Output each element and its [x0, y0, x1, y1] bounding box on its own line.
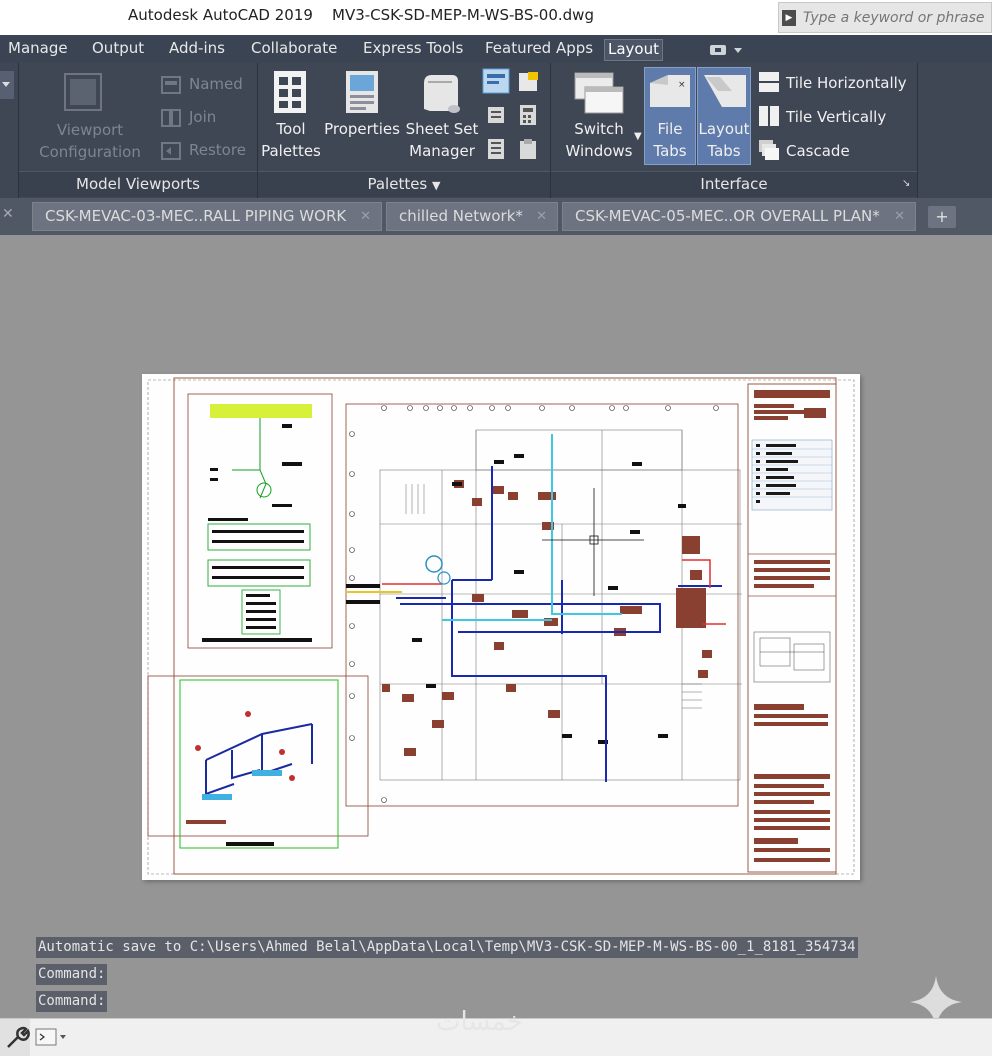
- switch-windows-dropdown-icon[interactable]: ▼: [634, 131, 642, 142]
- close-icon[interactable]: ✕: [2, 206, 14, 222]
- search-expand-icon[interactable]: ▶: [782, 10, 796, 26]
- tile-horizontally-button[interactable]: Tile Horizontally: [786, 72, 907, 94]
- command-history-line-2: Command:: [36, 964, 108, 985]
- command-input[interactable]: [74, 1025, 984, 1051]
- clipboard-icon[interactable]: [516, 137, 540, 165]
- title-bar: Autodesk AutoCAD 2019 MV3-CSK-SD-MEP-M-W…: [0, 0, 992, 35]
- svg-text:×: ×: [678, 80, 686, 90]
- close-icon[interactable]: ✕: [894, 203, 905, 230]
- tab-add-ins[interactable]: Add-ins: [166, 39, 228, 61]
- tab-collaborate[interactable]: Collaborate: [248, 39, 340, 61]
- panel-stub-dropdown[interactable]: [0, 71, 14, 99]
- tab-layout[interactable]: Layout: [604, 39, 663, 61]
- viewport-configuration-button[interactable]: Viewport Configuration: [30, 119, 150, 163]
- join-button[interactable]: Join: [189, 106, 216, 128]
- palettes-dropdown-icon: ▼: [432, 179, 441, 192]
- markup-set-manager-icon[interactable]: [516, 70, 540, 98]
- ribbon-minimize-icon[interactable]: [708, 43, 742, 57]
- file-tab-label: chilled Network*: [399, 207, 523, 225]
- watermark-text: خمسات: [436, 1007, 523, 1037]
- tile-horizontally-icon: [758, 71, 780, 97]
- file-tabs-label: File Tabs: [653, 120, 687, 160]
- switch-windows-icon: [573, 69, 625, 121]
- search-box: ▶: [778, 2, 992, 33]
- join-viewports-icon: [160, 108, 182, 132]
- properties-icon: [343, 69, 381, 119]
- interface-dialog-launcher-icon[interactable]: ↘: [902, 178, 910, 189]
- app-title: Autodesk AutoCAD 2019: [128, 6, 313, 24]
- layer-states-icon[interactable]: [484, 137, 508, 165]
- tab-express-tools[interactable]: Express Tools: [360, 39, 466, 61]
- keyword-search-input[interactable]: [799, 6, 989, 30]
- file-tab-3[interactable]: CSK-MEVAC-05-MEC..OR OVERALL PLAN* ✕: [562, 202, 916, 231]
- tile-vertically-icon: [758, 105, 780, 131]
- dbconnect-icon[interactable]: [484, 103, 508, 131]
- file-tab-label: CSK-MEVAC-03-MEC..RALL PIPING WORK: [45, 207, 347, 225]
- ribbon-panel: Viewport Configuration Named Join Restor…: [0, 63, 992, 198]
- command-prompt-icon[interactable]: [35, 1027, 69, 1049]
- cascade-button[interactable]: Cascade: [786, 140, 850, 162]
- interface-panel-title: Interface: [551, 171, 917, 197]
- named-viewports-icon: [160, 75, 182, 99]
- tab-output[interactable]: Output: [89, 39, 147, 61]
- restore-viewports-icon: [160, 141, 182, 165]
- document-title: MV3-CSK-SD-MEP-M-WS-BS-00.dwg: [332, 6, 594, 24]
- sheet-set-manager-button[interactable]: Sheet Set Manager: [404, 118, 480, 162]
- named-button[interactable]: Named: [189, 73, 243, 95]
- palettes-panel-label: Palettes: [367, 175, 428, 193]
- new-tab-button[interactable]: +: [928, 206, 956, 228]
- drawing-canvas: [147, 377, 855, 875]
- quickcalc-icon[interactable]: [516, 103, 540, 131]
- customize-wrench-icon[interactable]: [0, 1019, 30, 1056]
- restore-button[interactable]: Restore: [189, 139, 246, 161]
- tab-featured-apps[interactable]: Featured Apps: [482, 39, 596, 61]
- tool-palettes-button[interactable]: Tool Palettes: [260, 118, 322, 162]
- palettes-panel-title[interactable]: Palettes ▼: [258, 171, 550, 197]
- properties-button[interactable]: Properties: [322, 118, 402, 140]
- ribbon-tab-bar: Manage Output Add-ins Collaborate Expres…: [0, 35, 992, 63]
- cascade-icon: [758, 139, 780, 165]
- tile-vertically-button[interactable]: Tile Vertically: [786, 106, 886, 128]
- design-center-icon[interactable]: [482, 68, 510, 98]
- file-tabs-icon: ×: [648, 73, 692, 113]
- command-history-line-1: Automatic save to C:\Users\Ahmed Belal\A…: [36, 937, 858, 958]
- close-icon[interactable]: ✕: [536, 203, 547, 230]
- tab-manage[interactable]: Manage: [5, 39, 71, 61]
- layout-tabs-label: Layout Tabs: [698, 120, 750, 160]
- file-tab-1[interactable]: CSK-MEVAC-03-MEC..RALL PIPING WORK ✕: [32, 202, 382, 231]
- tool-palettes-icon: [272, 69, 308, 119]
- layout-tabs-icon: [702, 73, 748, 113]
- file-tab-2[interactable]: chilled Network* ✕: [386, 202, 558, 231]
- model-viewports-panel-title: Model Viewports: [19, 171, 257, 197]
- file-tab-label: CSK-MEVAC-05-MEC..OR OVERALL PLAN*: [575, 207, 880, 225]
- close-icon[interactable]: ✕: [360, 203, 371, 230]
- switch-windows-button[interactable]: Switch Windows: [556, 118, 642, 162]
- command-history-line-3: Command:: [36, 991, 108, 1012]
- layout-sheet[interactable]: [142, 374, 860, 880]
- file-tabs-bar: CSK-MEVAC-03-MEC..RALL PIPING WORK ✕ chi…: [0, 198, 992, 235]
- sheet-set-manager-icon: [418, 69, 464, 119]
- viewport-configuration-icon: [62, 71, 104, 113]
